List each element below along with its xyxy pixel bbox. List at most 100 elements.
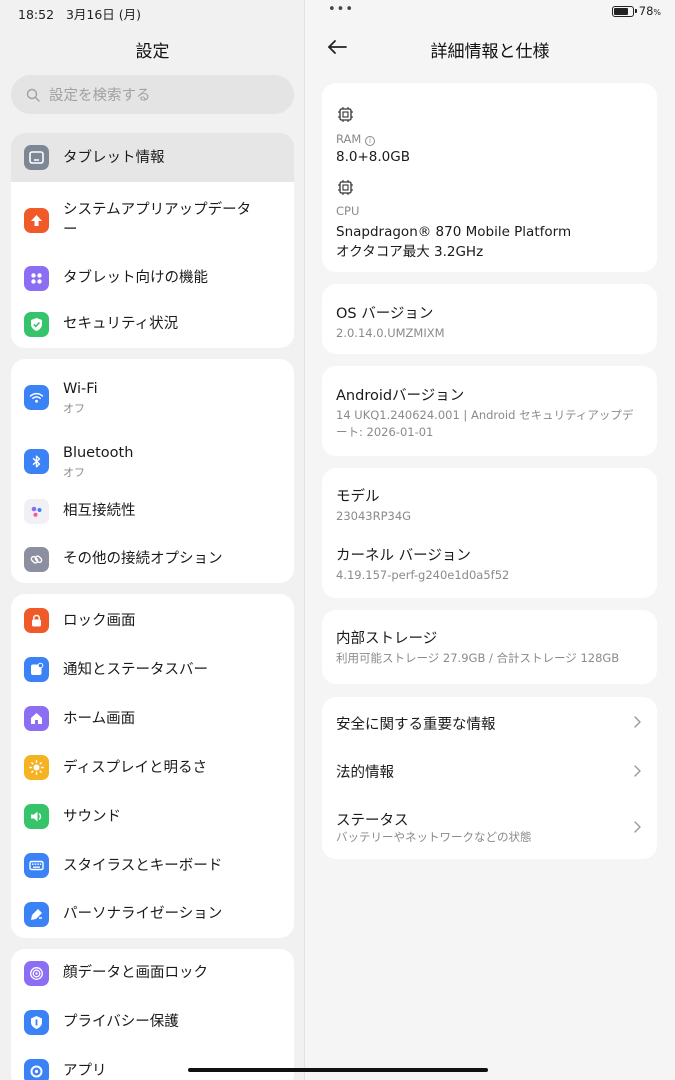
spec-card-storage[interactable]: 内部ストレージ 利用可能ストレージ 27.9GB / 合計ストレージ 128GB <box>322 610 657 684</box>
chevron-right-icon <box>634 716 641 728</box>
sidebar-item-personalization[interactable]: パーソナライゼーション <box>11 890 294 938</box>
spec-card-android: Androidバージョン 14 UKQ1.240624.001 | Androi… <box>322 366 657 456</box>
sidebar-item-security[interactable]: セキュリティ状況 <box>11 301 294 347</box>
cpu-value: Snapdragon® 870 Mobile Platform <box>336 224 572 240</box>
bluetooth-icon <box>24 448 49 474</box>
settings-title: 設定 <box>135 42 170 62</box>
kernel-version-label: カーネル バージョン <box>336 548 471 564</box>
os-version-label: OS バージョン <box>336 306 434 322</box>
sidebar-item-label: ホーム画面 <box>63 710 136 727</box>
storage-label: 内部ストレージ <box>336 631 438 647</box>
sidebar-item-tablet-features[interactable]: タブレット向けの機能 <box>11 255 294 301</box>
dots-icon <box>24 498 49 524</box>
status-label: ステータス <box>336 813 409 829</box>
status-row[interactable]: ステータス バッテリーやネットワークなどの状態 <box>322 797 657 859</box>
sidebar-item-label: 通知とステータスバー <box>63 661 208 678</box>
sidebar-item-label: Wi-Fi <box>63 380 98 397</box>
info-icon[interactable]: i <box>364 136 375 146</box>
chevron-right-icon <box>634 821 641 833</box>
sidebar-item-other-connections[interactable]: その他の接続オプション <box>11 535 294 583</box>
page-title: 詳細情報と仕様 <box>430 42 550 62</box>
lock-icon <box>24 608 49 633</box>
sidebar-item-system-update[interactable]: システムアプリアップデータ ー <box>11 185 294 255</box>
sidebar-item-sub: オフ <box>63 465 85 479</box>
sidebar-item-label: Bluetooth <box>63 444 134 461</box>
settings-search-bar[interactable]: 設定を検索する <box>11 75 294 114</box>
status-battery: 78% <box>611 4 661 18</box>
os-version-value: 2.0.14.0.UMZMIXM <box>336 326 445 340</box>
sidebar-item-label: タブレット情報 <box>63 149 165 166</box>
search-placeholder: 設定を検索する <box>49 88 151 104</box>
settings-group-privacy: 顔データと画面ロック プライバシー保護 アプリ <box>11 949 294 1080</box>
memory-chip-icon <box>338 107 353 122</box>
gear-icon <box>24 1058 49 1080</box>
settings-group-display: ロック画面 通知とステータスバー ホーム画面 ディスプレイと明るさ サウンド ス… <box>11 594 294 938</box>
sidebar-item-label: その他の接続オプション <box>63 551 223 567</box>
spec-card-hardware: RAM i 8.0+8.0GB CPU Snapdragon® 870 Mobi… <box>322 83 657 272</box>
sidebar-item-sub: オフ <box>63 401 85 415</box>
shield-check-icon <box>24 311 49 337</box>
sidebar-item-display[interactable]: ディスプレイと明るさ <box>11 743 294 792</box>
status-sub: バッテリーやネットワークなどの状態 <box>336 830 532 844</box>
legal-info-row[interactable]: 法的情報 <box>322 747 657 797</box>
sidebar-item-label: プライバシー保護 <box>63 1014 179 1030</box>
sidebar-item-wifi[interactable]: Wi-Fi オフ <box>11 367 294 427</box>
sidebar-item-tablet-info[interactable]: タブレット情報 <box>11 133 294 182</box>
keyboard-icon <box>24 853 49 878</box>
safety-info-row[interactable]: 安全に関する重要な情報 <box>322 697 657 747</box>
sidebar-item-stylus-keyboard[interactable]: スタイラスとキーボード <box>11 841 294 890</box>
wifi-icon <box>24 384 49 410</box>
search-icon <box>26 88 40 102</box>
ram-label: RAM <box>336 132 362 146</box>
settings-group-device: タブレット情報 システムアプリアップデータ ー タブレット向けの機能 セキュリテ… <box>11 133 294 348</box>
android-version-value-cont: ート: 2026-01-01 <box>336 425 434 439</box>
storage-value: 利用可能ストレージ 27.9GB / 合計ストレージ 128GB <box>336 651 620 665</box>
sidebar-item-label: 相互接続性 <box>63 503 136 519</box>
arrow-up-icon <box>24 207 49 233</box>
sidebar-item-privacy[interactable]: プライバシー保護 <box>11 997 294 1047</box>
brush-icon <box>24 901 49 927</box>
home-indicator[interactable] <box>188 1068 488 1072</box>
status-time-date: 18:52 3月16日 (月) <box>18 4 141 23</box>
spec-card-model: モデル 23043RP34G カーネル バージョン 4.19.157-perf-… <box>322 468 657 598</box>
sidebar-item-label: ディスプレイと明るさ <box>63 759 207 776</box>
chevron-right-icon <box>634 765 641 777</box>
sidebar-item-sound[interactable]: サウンド <box>11 792 294 841</box>
sidebar-item-interconnectivity[interactable]: 相互接続性 <box>11 487 294 535</box>
sidebar-item-label: サウンド <box>63 808 121 825</box>
privacy-icon <box>24 1009 49 1035</box>
tablet-icon <box>24 145 49 170</box>
face-icon <box>24 960 49 986</box>
grid-icon <box>24 265 49 291</box>
sidebar-item-home-screen[interactable]: ホーム画面 <box>11 694 294 743</box>
spec-card-links: 安全に関する重要な情報 法的情報 ステータス バッテリーやネットワークなどの状態 <box>322 697 657 859</box>
sidebar-item-label: 顔データと画面ロック <box>63 965 208 981</box>
sidebar-item-label: アプリ <box>63 1063 107 1079</box>
status-time: 18:52 <box>18 7 55 22</box>
cpu-chip-icon <box>338 180 353 195</box>
safety-info-label: 安全に関する重要な情報 <box>336 717 496 733</box>
multitask-dots[interactable]: ••• <box>328 2 354 17</box>
sidebar-item-face-data[interactable]: 顔データと画面ロック <box>11 949 294 997</box>
battery-icon <box>611 5 637 17</box>
model-value: 23043RP34G <box>336 509 412 523</box>
status-date: 3月16日 (月) <box>65 7 142 22</box>
sidebar-item-bluetooth[interactable]: Bluetooth オフ <box>11 429 294 493</box>
ram-info: RAM i 8.0+8.0GB <box>336 132 643 165</box>
model-label: モデル <box>336 489 380 505</box>
settings-group-connectivity: Wi-Fi オフ Bluetooth オフ 相互接続性 その他の接続オプション <box>11 359 294 583</box>
battery-percent: 78% <box>638 4 661 18</box>
cpu-info: CPU Snapdragon® 870 Mobile Platform オクタコ… <box>336 204 643 262</box>
legal-info-label: 法的情報 <box>336 765 394 781</box>
spec-card-os: OS バージョン 2.0.14.0.UMZMIXM <box>322 284 657 354</box>
sidebar-item-notifications[interactable]: 通知とステータスバー <box>11 645 294 694</box>
ram-value: 8.0+8.0GB <box>336 149 410 165</box>
sidebar-item-apps[interactable]: アプリ <box>11 1047 294 1080</box>
cpu-value-cores: オクタコア最大 3.2GHz <box>336 244 484 260</box>
link-icon <box>24 546 49 572</box>
cpu-label: CPU <box>336 204 360 218</box>
sun-icon <box>24 755 49 780</box>
sidebar-item-label: タブレット向けの機能 <box>63 270 208 286</box>
sidebar-item-lock-screen[interactable]: ロック画面 <box>11 596 294 645</box>
kernel-version-value: 4.19.157-perf-g240e1d0a5f52 <box>336 568 510 582</box>
